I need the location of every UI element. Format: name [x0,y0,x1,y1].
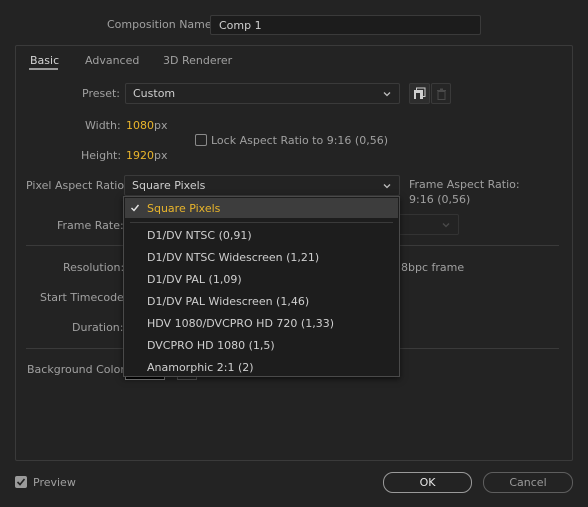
height-value[interactable]: 1920 [126,149,154,162]
height-unit: px [154,149,168,162]
preset-select[interactable]: Custom [125,83,400,104]
background-color-label: Background Color: [27,363,129,376]
dropdown-item[interactable]: D1/DV PAL (1,09) [147,273,242,286]
cancel-button[interactable]: Cancel [483,472,573,493]
delete-preset-button[interactable] [431,83,451,104]
preview-checkbox[interactable] [15,476,27,488]
dropdown-item-selected-label: Square Pixels [147,201,221,215]
tab-3d-renderer[interactable]: 3D Renderer [163,54,232,67]
dropdown-item[interactable]: D1/DV PAL Widescreen (1,46) [147,295,309,308]
dropdown-item[interactable]: DVCPRO HD 1080 (1,5) [147,339,275,352]
tab-advanced[interactable]: Advanced [85,54,139,67]
lock-aspect-label: Lock Aspect Ratio to 9:16 (0,56) [211,134,388,147]
frame-aspect-value: 9:16 (0,56) [409,193,471,206]
chevron-down-icon [442,222,450,227]
height-label: Height: [81,149,122,162]
preview-label: Preview [33,476,76,489]
dropdown-item[interactable]: HDV 1080/DVCPRO HD 720 (1,33) [147,317,334,330]
width-value[interactable]: 1080 [126,119,154,132]
ok-button[interactable]: OK [383,472,472,493]
chevron-down-icon [383,91,391,96]
pixel-aspect-dropdown: Square Pixels D1/DV NTSC (0,91) D1/DV NT… [123,196,400,377]
resolution-info: 8bpc frame [401,261,465,274]
start-timecode-label: Start Timecode: [40,291,128,304]
duration-label: Duration: [72,321,124,334]
lock-aspect-checkbox[interactable] [195,134,207,146]
checkmark-icon [131,204,140,212]
dropdown-item[interactable]: D1/DV NTSC (0,91) [147,229,252,242]
save-preset-button[interactable] [409,83,430,104]
composition-name-input[interactable] [210,15,481,35]
resolution-label: Resolution: [63,261,125,274]
dropdown-item[interactable]: D1/DV NTSC Widescreen (1,21) [147,251,319,264]
width-label: Width: [85,119,121,132]
pixel-aspect-label: Pixel Aspect Ratio: [26,179,128,192]
dropdown-item[interactable]: Anamorphic 2:1 (2) [147,361,254,374]
dropdown-divider [130,222,393,223]
checkmark-icon [16,478,26,486]
width-unit: px [154,119,168,132]
trash-icon [436,88,446,100]
dropdown-item-selected[interactable]: Square Pixels [125,198,398,218]
pixel-aspect-select[interactable]: Square Pixels [124,175,400,196]
tab-basic[interactable]: Basic [30,54,59,67]
chevron-down-icon [383,183,391,188]
pixel-aspect-value: Square Pixels [132,179,206,192]
preset-value: Custom [133,87,176,100]
frame-aspect-label: Frame Aspect Ratio: [409,178,520,191]
frame-rate-label: Frame Rate: [57,219,124,232]
preset-label: Preset: [82,87,121,100]
frame-rate-unit-select [395,214,459,235]
tab-basic-underline [29,68,58,70]
save-preset-icon [414,87,426,99]
composition-name-label: Composition Name: [107,18,216,31]
